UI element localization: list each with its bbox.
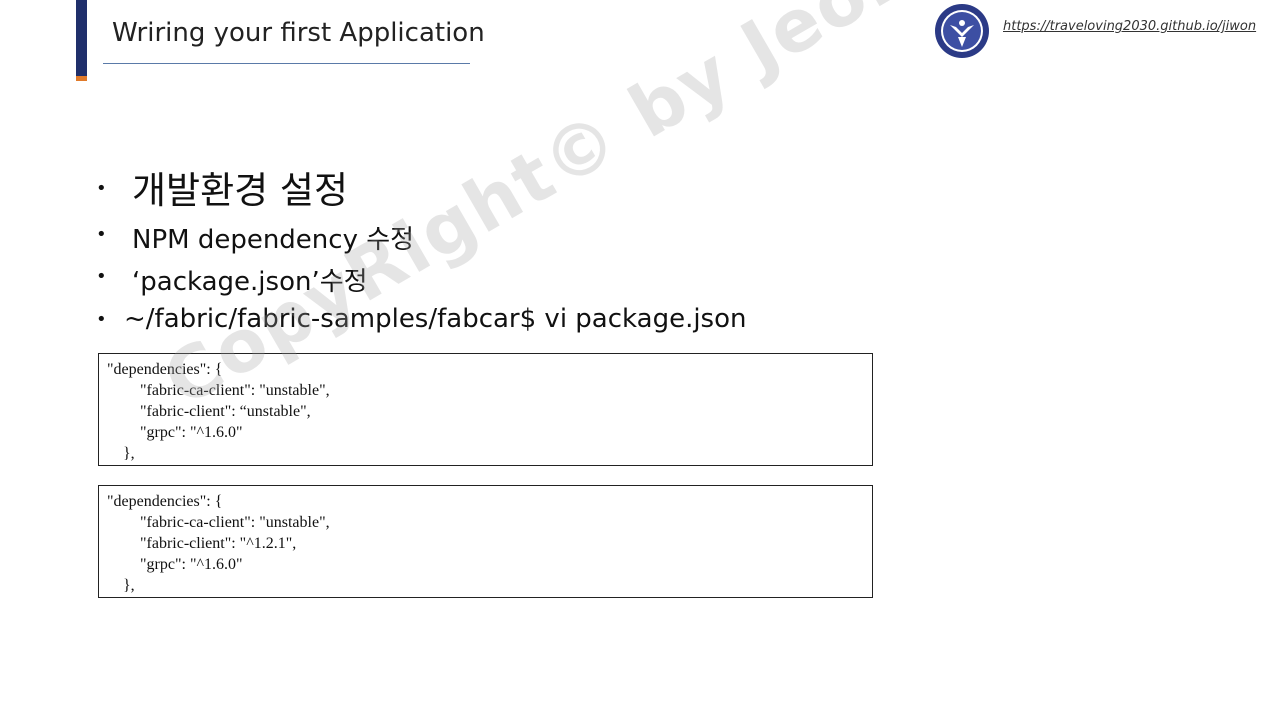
bullet-dot-icon: • [96, 224, 107, 245]
header-link[interactable]: https://traveloving2030.github.io/jiwon [1003, 19, 1256, 34]
code-line: "fabric-ca-client": "unstable", [140, 514, 330, 531]
bullet-dot-icon: • [96, 178, 107, 199]
university-emblem-icon [932, 3, 992, 59]
bullet-text: ‘package.json’수정 [132, 267, 368, 297]
bullet-dot-icon: • [96, 266, 107, 287]
bullet-text: NPM dependency 수정 [132, 225, 415, 255]
code-line: "grpc": "^1.6.0" [140, 424, 243, 441]
slide-title: Wriring your first Application [112, 18, 485, 48]
code-line: }, [123, 577, 135, 594]
code-line: "fabric-ca-client": "unstable", [140, 382, 330, 399]
code-block-original: "dependencies": { "fabric-ca-client": "u… [98, 353, 873, 466]
title-underline [103, 63, 470, 64]
code-line: "grpc": "^1.6.0" [140, 556, 243, 573]
title-accent-bar [76, 0, 87, 80]
bullet-text: ~/fabric/fabric-samples/fabcar$ vi packa… [124, 304, 747, 334]
code-line: "dependencies": { [107, 361, 223, 378]
slide: Wriring your first Application https://t… [0, 0, 1280, 720]
title-accent-mark [76, 76, 87, 81]
bullet-text: 개발환경 설정 [132, 169, 349, 212]
code-block-modified: "dependencies": { "fabric-ca-client": "u… [98, 485, 873, 598]
code-line: "dependencies": { [107, 493, 223, 510]
code-line: "fabric-client": “unstable", [140, 403, 311, 420]
code-line: "fabric-client": "^1.2.1", [140, 535, 297, 552]
code-line: }, [123, 445, 135, 462]
bullet-dot-icon: • [96, 309, 107, 330]
